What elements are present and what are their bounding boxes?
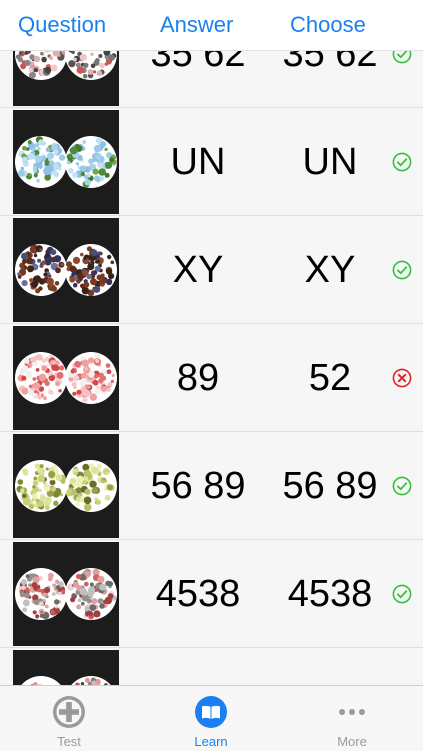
results-list[interactable]: 35 6235 62UNUNXYXY895256 8956 8945384538 xyxy=(0,51,423,685)
tab-learn-label: Learn xyxy=(171,734,251,749)
column-header-answer: Answer xyxy=(160,12,233,38)
column-header-question: Question xyxy=(18,12,106,38)
tab-test[interactable]: Test xyxy=(29,686,109,751)
tab-test-label: Test xyxy=(29,734,109,749)
correct-check-icon xyxy=(392,51,412,64)
more-dots-icon xyxy=(334,694,370,730)
book-icon xyxy=(193,694,229,730)
result-row[interactable]: 8952 xyxy=(0,324,423,432)
wrong-icon xyxy=(392,368,412,388)
chosen-answer: 4538 xyxy=(264,540,396,648)
correct-answer: 35 62 xyxy=(132,51,264,108)
result-row[interactable]: UNUN xyxy=(0,108,423,216)
result-row[interactable]: XYXY xyxy=(0,216,423,324)
chosen-answer: UN xyxy=(264,108,396,216)
correct-answer: XY xyxy=(132,216,264,324)
ishihara-plate-thumbnail xyxy=(13,110,119,214)
tab-learn[interactable]: Learn xyxy=(171,686,251,751)
ishihara-plate-thumbnail xyxy=(13,326,119,430)
plus-circle-icon xyxy=(51,694,87,730)
correct-answer: 89 xyxy=(132,324,264,432)
correct-check-icon xyxy=(392,476,412,496)
correct-check-icon xyxy=(392,152,412,172)
ishihara-plate-thumbnail xyxy=(13,542,119,646)
ishihara-plate-thumbnail xyxy=(13,51,119,106)
chosen-answer: XY xyxy=(264,216,396,324)
chosen-answer: 56 89 xyxy=(264,432,396,540)
ishihara-plate-thumbnail xyxy=(13,650,119,685)
ishihara-plate-thumbnail xyxy=(13,218,119,322)
correct-answer: 56 89 xyxy=(132,432,264,540)
chosen-answer: 35 62 xyxy=(264,51,396,108)
correct-check-icon xyxy=(392,584,412,604)
results-header: Question Answer Choose xyxy=(0,0,423,51)
result-row[interactable]: 45384538 xyxy=(0,540,423,648)
column-header-choose: Choose xyxy=(290,12,366,38)
ishihara-plate-thumbnail xyxy=(13,434,119,538)
correct-answer: UN xyxy=(132,108,264,216)
chosen-answer: 52 xyxy=(264,324,396,432)
tab-more[interactable]: More xyxy=(312,686,392,751)
tab-more-label: More xyxy=(312,734,392,749)
correct-answer: 4538 xyxy=(132,540,264,648)
result-row[interactable]: 56 8956 89 xyxy=(0,432,423,540)
correct-check-icon xyxy=(392,260,412,280)
result-row-partial[interactable] xyxy=(0,648,423,685)
tab-bar: Test Learn More xyxy=(0,685,423,751)
result-row[interactable]: 35 6235 62 xyxy=(0,51,423,108)
